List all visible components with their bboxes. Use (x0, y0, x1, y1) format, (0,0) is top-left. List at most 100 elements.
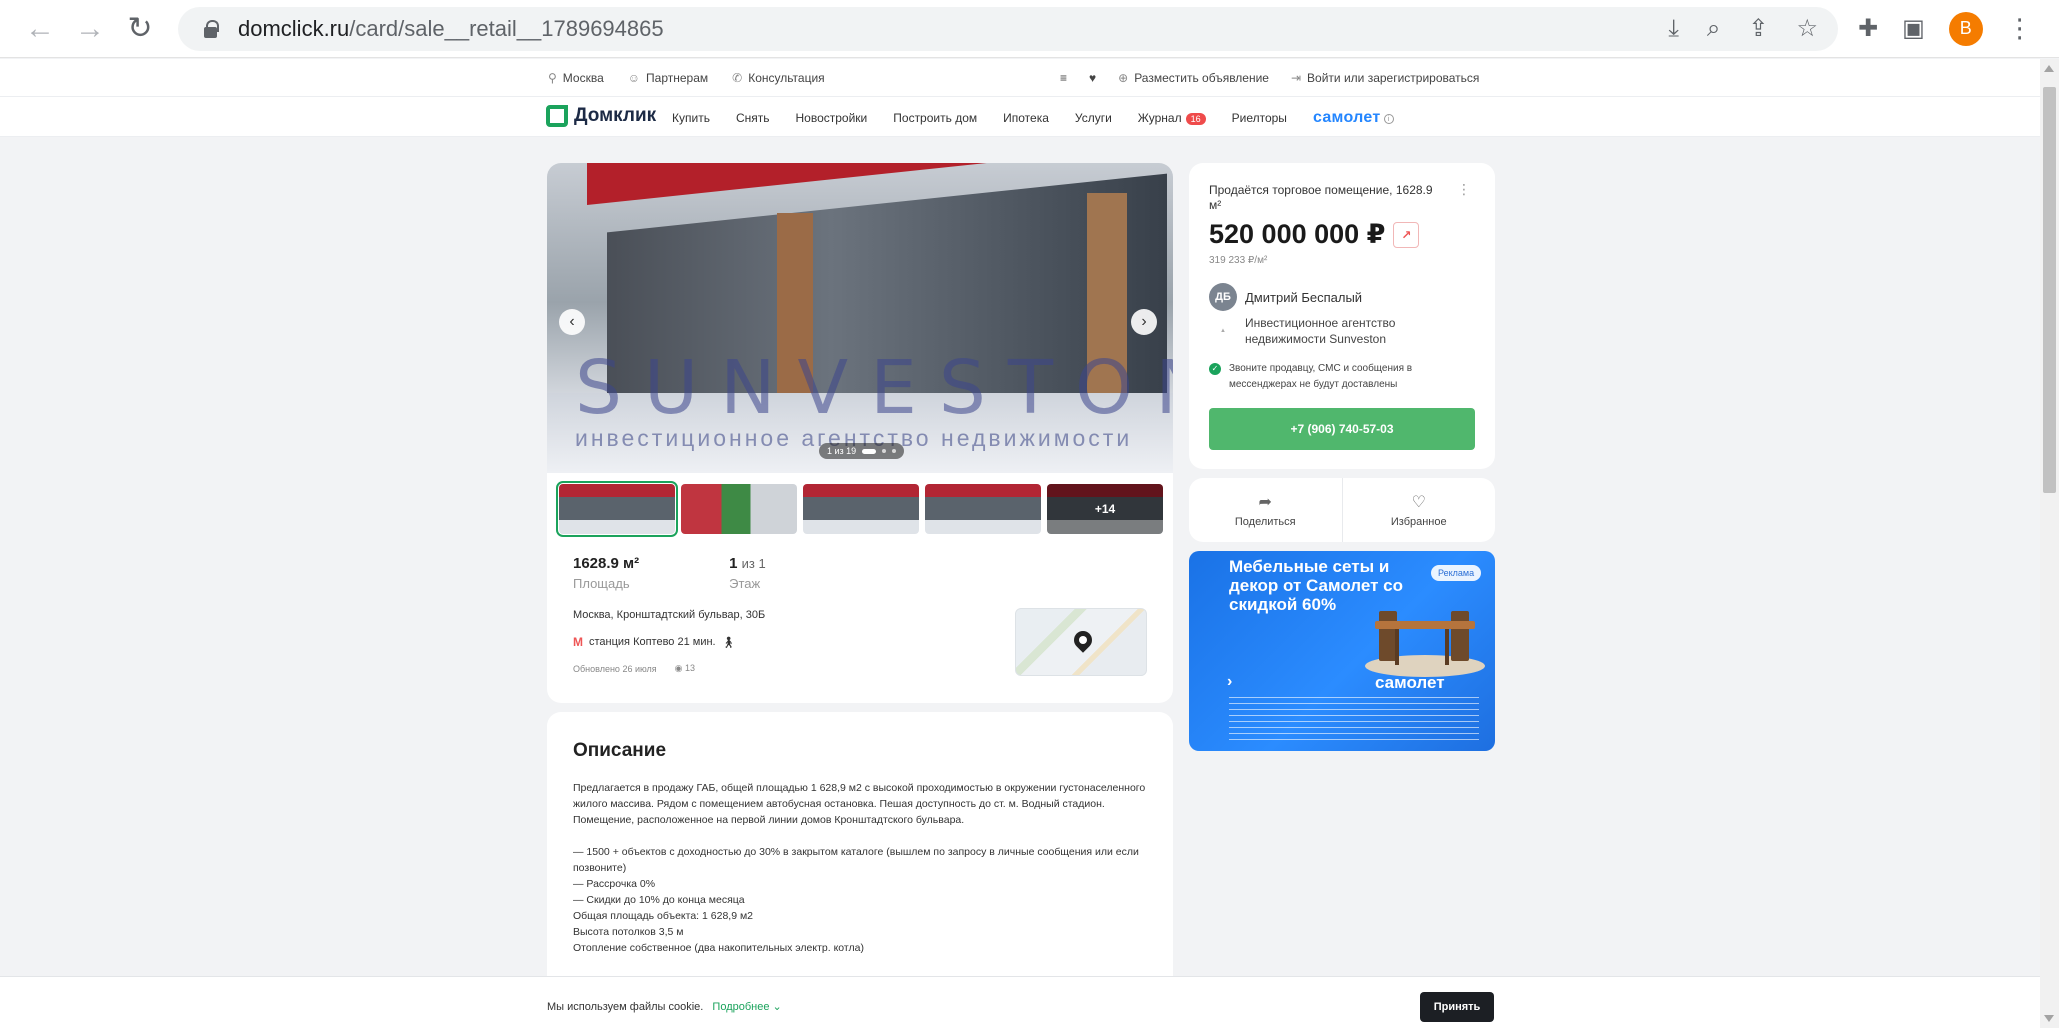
key-facts: 1628.9 м² Площадь 1 из 1 Этаж (573, 555, 766, 591)
watermark-logo: SUNVESTON (575, 345, 1173, 431)
journal-count-badge: 16 (1185, 113, 1206, 125)
person-icon: ☺ (627, 71, 641, 85)
nav-realtors[interactable]: Риелторы (1232, 111, 1287, 125)
area-fact: 1628.9 м² Площадь (573, 555, 640, 591)
back-arrow-icon[interactable]: ← (20, 9, 60, 49)
chevron-left-icon: ‹ (569, 313, 575, 330)
price-history-icon[interactable]: ↗ (1393, 221, 1420, 248)
metro-icon: М (573, 635, 583, 649)
offer-title: Продаётся торговое помещение, 1628.9 м² (1209, 183, 1433, 212)
heart-icon: ♡ (1411, 494, 1426, 511)
side-panel-icon[interactable]: ▣ (1902, 14, 1925, 43)
samolet-brand-link[interactable]: самолет i (1313, 109, 1394, 127)
listing-card: SUNVESTON инвестиционное агентство недви… (547, 163, 1173, 703)
ad-fine-print (1229, 697, 1479, 741)
logo-house-icon (546, 105, 568, 127)
post-ad-link[interactable]: ⊕ Разместить объявление (1118, 71, 1269, 85)
install-app-icon[interactable]: ⤓ (1668, 15, 1679, 43)
forward-arrow-icon[interactable]: → (70, 9, 110, 49)
url-text: domclick.ru/card/sale__retail__178969486… (238, 15, 664, 41)
page-scrollbar[interactable] (2040, 59, 2059, 1028)
chevron-right-icon: › (1141, 313, 1147, 330)
prev-photo-button[interactable]: ‹ (559, 309, 585, 335)
nav-buy[interactable]: Купить (672, 111, 710, 125)
share-arrow-icon: ➦ (1258, 494, 1272, 511)
accept-cookies-button[interactable]: Принять (1420, 992, 1494, 1022)
compare-icon[interactable]: ≡ (1060, 71, 1067, 85)
favorite-button[interactable]: ♡ Избранное (1341, 478, 1496, 542)
reload-icon[interactable]: ↻ (120, 9, 160, 49)
login-icon: ⇥ (1290, 71, 1302, 85)
main-navigation: Домклик Купить Снять Новостройки Построи… (0, 97, 2040, 137)
description-text: Предлагается в продажу ГАБ, общей площад… (573, 782, 1146, 954)
scroll-thumb[interactable] (2043, 87, 2056, 493)
city-selector[interactable]: ⚲ Москва (548, 71, 604, 85)
phone-icon: ✆ (732, 71, 743, 85)
thumbnail-3[interactable] (803, 484, 919, 534)
shield-check-icon: ✓ (1209, 363, 1221, 375)
nav-new-buildings[interactable]: Новостройки (796, 111, 868, 125)
info-icon: i (1383, 113, 1394, 124)
extensions-puzzle-icon[interactable]: ✚ (1858, 14, 1878, 43)
floor-fact: 1 из 1 Этаж (729, 555, 766, 591)
nav-rent[interactable]: Снять (736, 111, 770, 125)
nav-journal[interactable]: Журнал 16 (1138, 111, 1206, 125)
thumbnail-more[interactable]: +14 (1047, 484, 1163, 534)
login-link[interactable]: ⇥ Войти или зарегистрироваться (1291, 71, 1479, 85)
furniture-image (1375, 611, 1475, 665)
browser-toolbar: ← → ↻ domclick.ru/card/sale__retail__178… (0, 0, 2059, 58)
plus-circle-icon: ⊕ (1118, 71, 1129, 85)
address: Москва, Кронштадтский бульвар, 30Б (573, 609, 766, 621)
nav-services[interactable]: Услуги (1075, 111, 1112, 125)
cookie-banner: Мы используем файлы cookie. Подробнее ⌄ … (0, 976, 2040, 1028)
description-title: Описание (573, 740, 667, 761)
share-page-icon[interactable]: ⇪ (1748, 14, 1768, 43)
call-notice: ✓ Звоните продавцу, СМС и сообщения в ме… (1209, 361, 1469, 393)
actions-card: ➦ Поделиться ♡ Избранное (1189, 478, 1495, 542)
show-phone-button[interactable]: +7 (906) 740-57-03 (1209, 408, 1475, 450)
lock-icon (202, 19, 219, 39)
more-options-icon[interactable]: ⋮ (1457, 181, 1471, 198)
map-preview[interactable] (1015, 608, 1147, 676)
photo-counter: 1 из 19 (819, 443, 905, 459)
eye-icon: ◉ (674, 663, 683, 673)
partners-link[interactable]: ☺ Партнерам (628, 71, 708, 85)
address-bar[interactable]: domclick.ru/card/sale__retail__178969486… (178, 6, 1838, 51)
chevron-down-icon: ⌄ (772, 1001, 782, 1013)
location-pin-icon: ⚲ (548, 71, 557, 85)
seller[interactable]: ДБ Дмитрий Беспалый (1209, 283, 1362, 311)
thumbnail-4[interactable] (925, 484, 1041, 534)
nav-build-house[interactable]: Построить дом (893, 111, 977, 125)
utility-bar: ⚲ Москва ☺ Партнерам ✆ Консультация ≡ ♥ ⊕ Ра… (0, 59, 2040, 97)
thumbnail-1[interactable] (556, 481, 678, 537)
price-card: Продаётся торговое помещение, 1628.9 м² … (1189, 163, 1495, 469)
domclick-logo[interactable]: Домклик (546, 105, 656, 127)
profile-avatar[interactable]: B (1948, 11, 1983, 46)
cookie-text: Мы используем файлы cookie. Подробнее ⌄ (547, 1001, 782, 1013)
next-photo-button[interactable]: › (1131, 309, 1157, 335)
price: 520 000 000 ₽ ↗ (1209, 219, 1420, 250)
nav-mortgage[interactable]: Ипотека (1003, 111, 1049, 125)
scroll-up-arrow-icon[interactable] (2044, 65, 2054, 72)
avatar: ДБ (1209, 283, 1237, 311)
cookie-more-link[interactable]: Подробнее ⌄ (712, 1001, 781, 1013)
map-pin-icon (1070, 627, 1096, 653)
metro-station: М станция Коптево 21 мин. 🚶︎ (573, 635, 736, 649)
chevron-right-icon: › (1227, 673, 1233, 690)
description-card: Описание Предлагается в продажу ГАБ, общ… (547, 712, 1173, 992)
zoom-icon[interactable]: ⌕ (1707, 15, 1720, 43)
favorites-heart-icon[interactable]: ♥ (1089, 71, 1096, 85)
thumbnail-2[interactable] (681, 484, 797, 534)
share-button[interactable]: ➦ Поделиться (1189, 478, 1342, 542)
thumbnail-strip: +14 (556, 481, 1163, 537)
ad-banner[interactable]: Мебельные сеты и декор от Самолет со ски… (1189, 551, 1495, 751)
main-photo[interactable]: SUNVESTON инвестиционное агентство недви… (547, 163, 1173, 473)
agency[interactable]: ▲ Инвестиционное агентство недвижимости … (1209, 315, 1445, 347)
ad-brand: самолет (1375, 673, 1445, 692)
bookmark-star-icon[interactable]: ☆ (1796, 14, 1818, 43)
ad-title: Мебельные сеты и декор от Самолет со ски… (1229, 557, 1403, 614)
browser-menu-icon[interactable]: ⋮ (2007, 13, 2033, 44)
scroll-down-arrow-icon[interactable] (2044, 1015, 2054, 1022)
consultation-link[interactable]: ✆ Консультация (732, 71, 825, 85)
price-per-sqm: 319 233 ₽/м² (1209, 255, 1268, 266)
